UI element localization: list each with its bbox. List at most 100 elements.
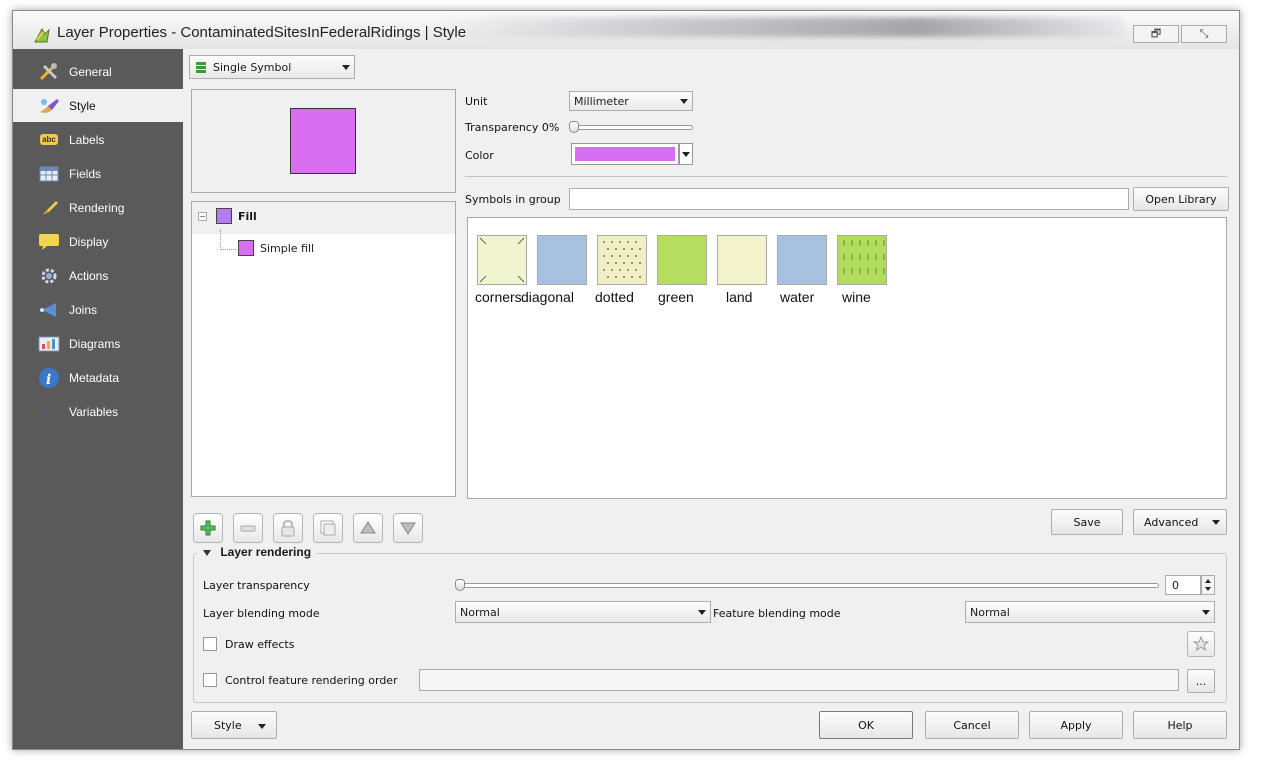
tools-icon (37, 62, 61, 82)
paintbrush-icon (37, 96, 61, 116)
collapse-toggle[interactable]: − (198, 212, 207, 221)
layer-transparency-slider-handle[interactable] (455, 579, 465, 591)
spin-down-icon[interactable] (1205, 587, 1211, 591)
sidebar-item-actions[interactable]: Actions (13, 259, 183, 292)
layer-blending-label: Layer blending mode (203, 607, 320, 620)
simple-fill-swatch (238, 240, 254, 256)
plus-icon (200, 520, 216, 536)
sidebar-item-label: Actions (69, 268, 109, 283)
symbol-label: dotted (595, 289, 634, 305)
sidebar-item-display[interactable]: Display (13, 225, 183, 258)
ok-button[interactable]: OK (819, 711, 913, 739)
abc-label-icon: abc (40, 134, 58, 145)
sidebar-item-label: Fields (69, 166, 102, 181)
tree-child-label: Simple fill (260, 242, 315, 255)
rendering-order-field[interactable] (419, 669, 1179, 691)
sidebar-item-joins[interactable]: Joins (13, 293, 183, 326)
diagram-icon (37, 334, 61, 354)
symbol-preview-swatch (290, 108, 356, 174)
single-symbol-icon (196, 62, 206, 73)
sidebar-item-label: Display (69, 234, 109, 249)
chevron-down-icon (342, 65, 350, 70)
transparency-slider-handle[interactable] (569, 121, 579, 133)
transparency-slider[interactable] (573, 125, 693, 130)
save-symbol-button[interactable]: Save (1051, 509, 1123, 535)
renderer-type-select[interactable]: Single Symbol (189, 55, 355, 79)
sidebar-item-label: Labels (69, 132, 105, 147)
layer-rendering-header[interactable]: Layer rendering (197, 545, 318, 559)
open-library-button[interactable]: Open Library (1133, 187, 1229, 211)
advanced-label: Advanced (1144, 515, 1199, 529)
chevron-down-icon (258, 724, 266, 729)
layer-transparency-slider[interactable] (459, 583, 1159, 588)
sidebar-item-style[interactable]: Style (13, 89, 183, 122)
move-down-button[interactable] (393, 513, 423, 543)
tree-row-simple-fill[interactable]: Simple fill (192, 236, 455, 262)
sidebar-item-diagrams[interactable]: Diagrams (13, 327, 183, 360)
feature-blending-value: Normal (970, 605, 1010, 619)
style-menu-label: Style (214, 718, 242, 732)
control-order-label: Control feature rendering order (225, 674, 398, 687)
unit-select[interactable]: Millimeter (569, 91, 693, 111)
color-swatch (575, 147, 675, 161)
cancel-button[interactable]: Cancel (925, 711, 1019, 739)
feature-blending-label: Feature blending mode (713, 607, 841, 620)
symbol-tile-corners[interactable] (477, 235, 527, 285)
chevron-down-icon (1212, 520, 1220, 525)
help-button[interactable]: Help (1133, 711, 1227, 739)
window-title: Layer Properties - ContaminatedSitesInFe… (57, 24, 467, 41)
maximize-button[interactable]: ⤡ (1181, 25, 1227, 43)
feature-blending-select[interactable]: Normal (965, 601, 1215, 623)
apply-button[interactable]: Apply (1029, 711, 1123, 739)
sidebar-item-metadata[interactable]: i Metadata (13, 361, 183, 394)
rendering-order-edit-button[interactable]: ... (1187, 669, 1215, 693)
sidebar-item-fields[interactable]: Fields (13, 157, 183, 190)
draw-effects-checkbox[interactable] (203, 637, 217, 651)
layer-blending-select[interactable]: Normal (455, 601, 711, 623)
symbol-layer-tree: − Fill Simple fill (191, 201, 456, 497)
color-dropdown-button[interactable] (679, 143, 693, 165)
symbol-tile-land[interactable] (717, 235, 767, 285)
fill-symbol-swatch (216, 208, 232, 224)
color-button[interactable] (571, 143, 679, 165)
spinbox-arrows[interactable] (1201, 575, 1215, 595)
sidebar-item-rendering[interactable]: Rendering (13, 191, 183, 224)
variables-icon: ε (37, 402, 61, 422)
spin-up-icon[interactable] (1205, 579, 1211, 583)
arrow-up-icon (360, 521, 376, 534)
add-symbol-layer-button[interactable] (193, 513, 223, 543)
unit-value: Millimeter (574, 94, 629, 108)
advanced-button[interactable]: Advanced (1133, 509, 1227, 535)
divider (465, 176, 1227, 177)
restore-button[interactable]: 🗗 (1133, 25, 1179, 43)
style-menu-button[interactable]: Style (191, 711, 277, 739)
symbol-tile-dotted[interactable] (597, 235, 647, 285)
lock-layer-button[interactable] (273, 513, 303, 543)
sidebar-item-general[interactable]: General (13, 55, 183, 88)
sidebar-item-variables[interactable]: ε Variables (13, 395, 183, 428)
control-order-checkbox[interactable] (203, 673, 217, 687)
dotted-pattern-icon (603, 241, 641, 278)
symbol-tile-diagonal[interactable] (537, 235, 587, 285)
layer-transparency-value: 0 (1172, 579, 1179, 592)
layer-transparency-spinbox[interactable]: 0 (1165, 575, 1201, 595)
symbol-group-select[interactable] (569, 188, 1129, 210)
symbol-tile-water[interactable] (777, 235, 827, 285)
layer-rendering-title: Layer rendering (220, 545, 312, 559)
lock-icon (281, 520, 295, 537)
move-up-button[interactable] (353, 513, 383, 543)
sidebar-item-label: Diagrams (69, 336, 121, 351)
renderer-type-value: Single Symbol (213, 60, 292, 74)
svg-text:i: i (46, 372, 51, 388)
effects-settings-button[interactable] (1187, 631, 1215, 657)
table-fields-icon (37, 164, 61, 184)
sidebar-item-label: General (69, 64, 112, 79)
sidebar-item-labels[interactable]: abc Labels (13, 123, 183, 156)
duplicate-layer-button[interactable] (313, 513, 343, 543)
sidebar-item-label: Rendering (69, 200, 125, 215)
color-label: Color (465, 149, 494, 162)
symbol-preview-panel (191, 89, 456, 193)
symbol-tile-green[interactable] (657, 235, 707, 285)
symbol-tile-wine[interactable] (837, 235, 887, 285)
remove-symbol-layer-button[interactable] (233, 513, 263, 543)
